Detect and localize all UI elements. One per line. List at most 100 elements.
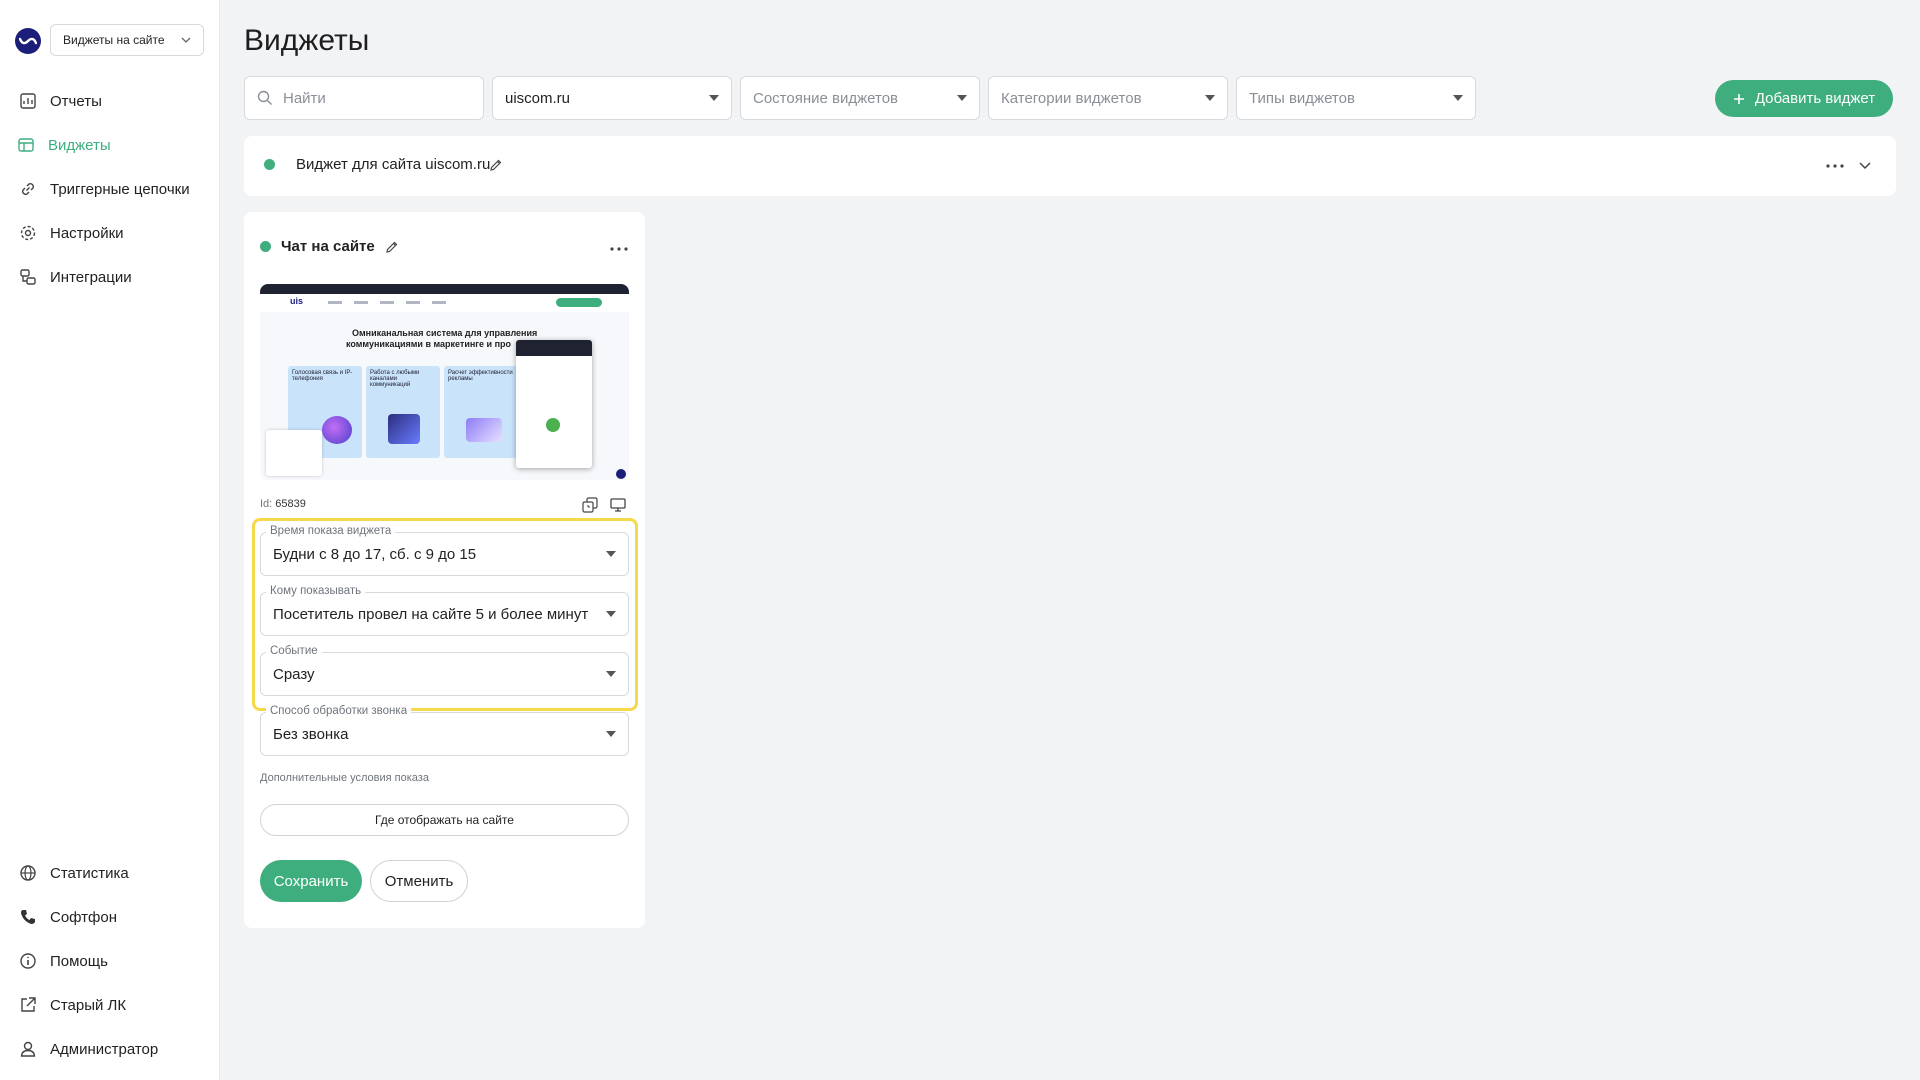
copy-icon[interactable] xyxy=(582,497,598,513)
caret-down-icon xyxy=(606,671,616,677)
search-icon xyxy=(257,90,272,105)
preview-tile-title: Расчет эффективности рекламы xyxy=(448,370,513,382)
event-select[interactable]: Сразу xyxy=(260,652,629,696)
sidebar-item-old-account[interactable]: Старый ЛК xyxy=(0,991,220,1019)
category-select[interactable]: Категории виджетов xyxy=(988,76,1228,120)
preview-chat-header xyxy=(516,340,592,356)
gear-icon xyxy=(18,223,38,243)
user-icon xyxy=(18,1039,38,1059)
reports-icon xyxy=(18,91,38,111)
sidebar-item-label: Виджеты xyxy=(48,136,111,154)
widget-id-label: Id: xyxy=(260,498,273,510)
sidebar: Виджеты на сайте Отчеты Виджеты Триггерн… xyxy=(0,0,220,1080)
cancel-button[interactable]: Отменить xyxy=(370,860,468,902)
pencil-icon[interactable] xyxy=(489,158,503,172)
audience-value: Посетитель провел на сайте 5 и более мин… xyxy=(273,605,589,623)
preview-side-text xyxy=(266,430,322,476)
site-select-value: uiscom.ru xyxy=(505,89,571,107)
types-select[interactable]: Типы виджетов xyxy=(1236,76,1476,120)
status-dot xyxy=(260,241,271,252)
phone-icon xyxy=(18,907,38,927)
integrations-icon xyxy=(18,267,38,287)
preview-logo: uis xyxy=(290,296,304,306)
chevron-down-icon[interactable] xyxy=(1859,162,1871,170)
caret-down-icon xyxy=(1205,95,1215,101)
chevron-down-icon xyxy=(181,37,191,43)
widget-card: Чат на сайте uis Омниканальная система д… xyxy=(244,212,645,928)
widget-group-bar[interactable]: Виджет для сайта uiscom.ru xyxy=(244,136,1896,196)
desktop-icon[interactable] xyxy=(610,498,626,512)
add-widget-label: Добавить виджет xyxy=(1754,90,1876,107)
audience-select[interactable]: Посетитель провел на сайте 5 и более мин… xyxy=(260,592,629,636)
where-to-display-button[interactable]: Где отображать на сайте xyxy=(260,804,629,836)
globe-icon xyxy=(18,863,38,883)
info-icon xyxy=(18,951,38,971)
save-button[interactable]: Сохранить xyxy=(260,860,362,902)
chain-icon xyxy=(18,179,38,199)
sidebar-item-label: Статистика xyxy=(50,864,129,882)
uis-logo-icon[interactable] xyxy=(15,28,41,54)
sidebar-item-admin[interactable]: Администратор xyxy=(0,1035,220,1063)
sidebar-item-softphone[interactable]: Софтфон xyxy=(0,903,220,931)
preview-chat-window xyxy=(516,340,592,468)
sidebar-item-statistics[interactable]: Статистика xyxy=(0,859,220,887)
sidebar-item-help[interactable]: Помощь xyxy=(0,947,220,975)
widget-card-title: Чат на сайте xyxy=(281,238,375,255)
extra-conditions-label: Дополнительные условия показа xyxy=(260,772,429,784)
preview-tile-art xyxy=(322,416,352,444)
app-select[interactable]: Виджеты на сайте xyxy=(50,24,204,56)
more-icon[interactable] xyxy=(610,247,628,251)
group-title: Виджет для сайта uiscom.ru xyxy=(296,156,491,173)
caret-down-icon xyxy=(709,95,719,101)
preview-tile: Расчет эффективности рекламы xyxy=(444,366,518,458)
caret-down-icon xyxy=(606,611,616,617)
state-select[interactable]: Состояние виджетов xyxy=(740,76,980,120)
sidebar-item-label: Отчеты xyxy=(50,92,102,110)
search-field[interactable]: Найти xyxy=(244,76,484,120)
sidebar-item-settings[interactable]: Настройки xyxy=(0,219,220,247)
preview-chat-avatar xyxy=(546,418,560,432)
caret-down-icon xyxy=(606,731,616,737)
sidebar-item-integrations[interactable]: Интеграции xyxy=(0,263,220,291)
sidebar-item-widgets[interactable]: Виджеты xyxy=(0,131,220,159)
preview-nav: uis xyxy=(260,294,629,312)
show-time-value: Будни с 8 до 17, сб. с 9 до 15 xyxy=(273,545,477,563)
preview-nav-links xyxy=(328,301,458,304)
widget-id-value: 65839 xyxy=(275,498,306,510)
call-handling-select[interactable]: Без звонка xyxy=(260,712,629,756)
preview-topbar xyxy=(260,284,629,294)
category-select-placeholder: Категории виджетов xyxy=(1001,89,1142,107)
preview-tile-title: Голосовая связь и IP-телефония xyxy=(292,370,353,382)
show-time-select[interactable]: Будни с 8 до 17, сб. с 9 до 15 xyxy=(260,532,629,576)
sidebar-item-reports[interactable]: Отчеты xyxy=(0,87,220,115)
site-select[interactable]: uiscom.ru xyxy=(492,76,732,120)
sidebar-item-triggers[interactable]: Триггерные цепочки xyxy=(0,175,220,203)
state-select-placeholder: Состояние виджетов xyxy=(753,89,899,107)
widgets-icon xyxy=(16,135,36,155)
sidebar-item-label: Помощь xyxy=(50,952,108,970)
preview-tile-art xyxy=(466,418,502,442)
more-icon[interactable] xyxy=(1826,164,1844,168)
pencil-icon[interactable] xyxy=(385,240,399,254)
widget-preview[interactable]: uis Омниканальная система для управления… xyxy=(260,284,629,480)
widget-card-header: Чат на сайте xyxy=(260,238,399,255)
sidebar-item-label: Софтфон xyxy=(50,908,118,926)
caret-down-icon xyxy=(1453,95,1463,101)
add-widget-button[interactable]: Добавить виджет xyxy=(1715,80,1893,117)
caret-down-icon xyxy=(606,551,616,557)
external-link-icon xyxy=(18,995,38,1015)
preview-cta xyxy=(556,298,602,307)
call-handling-label: Способ обработки звонка xyxy=(266,705,412,717)
audience-label: Кому показывать xyxy=(266,585,366,597)
sidebar-item-label: Администратор xyxy=(50,1040,159,1058)
preview-tile-art xyxy=(388,414,420,444)
widget-id: Id: 65839 xyxy=(260,498,306,510)
page-title: Виджеты xyxy=(244,24,370,57)
plus-icon xyxy=(1733,93,1744,104)
sidebar-item-label: Настройки xyxy=(50,224,124,242)
status-dot xyxy=(264,159,275,170)
preview-headline-2: коммуникациями в маркетинге и про xyxy=(346,339,512,349)
show-time-label: Время показа виджета xyxy=(266,525,396,537)
sidebar-item-label: Интеграции xyxy=(50,268,132,286)
preview-tile: Работа с любыми каналами коммуникаций xyxy=(366,366,440,458)
